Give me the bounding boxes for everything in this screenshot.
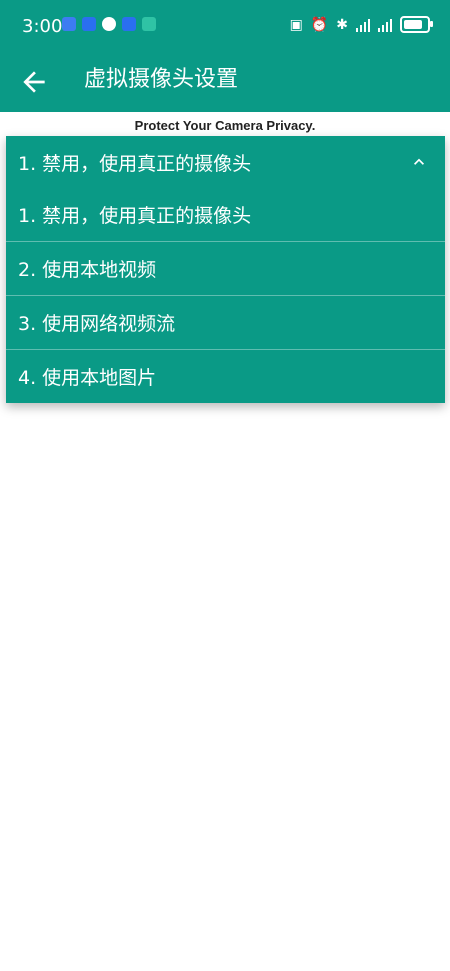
bluetooth-icon: ✱ <box>336 16 348 33</box>
status-time: 3:00 <box>22 16 63 37</box>
chevron-up-icon[interactable] <box>409 152 429 172</box>
system-icons: ▣ ⏰ ✱ <box>289 16 433 33</box>
dropdown-selected-label: 1. 禁用，使用真正的摄像头 <box>18 152 252 175</box>
notification-icons <box>62 17 156 31</box>
option-network-stream[interactable]: 3. 使用网络视频流 <box>6 295 445 349</box>
dropdown-options: 1. 禁用，使用真正的摄像头 2. 使用本地视频 3. 使用网络视频流 4. 使… <box>6 188 445 403</box>
signal-icon-1 <box>356 18 370 32</box>
page-title: 虚拟摄像头设置 <box>84 67 239 92</box>
message-app-icon <box>82 17 96 31</box>
back-arrow-icon[interactable] <box>18 66 50 98</box>
app-bar: 虚拟摄像头设置 <box>0 54 450 112</box>
option-local-video[interactable]: 2. 使用本地视频 <box>6 241 445 295</box>
option-local-image[interactable]: 4. 使用本地图片 <box>6 349 445 403</box>
download-app-icon <box>142 17 156 31</box>
status-bar: 3:00 ▣ ⏰ ✱ <box>0 0 450 54</box>
option-disable-real-camera[interactable]: 1. 禁用，使用真正的摄像头 <box>6 188 445 241</box>
camera-mode-dropdown[interactable]: 1. 禁用，使用真正的摄像头 1. 禁用，使用真正的摄像头 2. 使用本地视频 … <box>6 136 445 403</box>
alarm-icon: ⏰ <box>310 16 329 33</box>
qq-penguin-icon <box>102 17 116 31</box>
upload-app-icon <box>62 17 76 31</box>
dropdown-selected[interactable]: 1. 禁用，使用真正的摄像头 <box>6 136 445 188</box>
signal-icon-2 <box>378 18 392 32</box>
privacy-subtitle: Protect Your Camera Privacy. <box>134 118 316 133</box>
nfc-icon: ▣ <box>289 16 303 33</box>
battery-icon <box>400 16 433 33</box>
mail-app-icon <box>122 17 136 31</box>
